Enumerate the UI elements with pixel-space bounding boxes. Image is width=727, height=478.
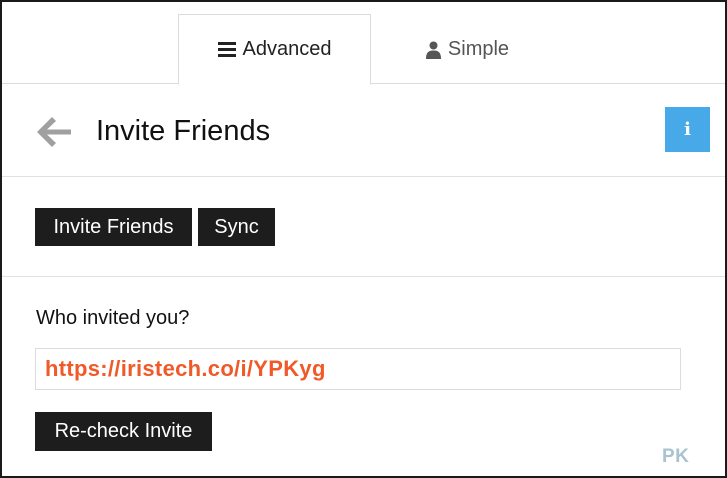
sync-button[interactable]: Sync: [198, 208, 275, 246]
arrow-left-icon: [34, 117, 74, 157]
watermark: PK: [662, 446, 690, 467]
info-icon: i: [684, 119, 691, 140]
app-window: Advanced Simple Invite Friends i Invite …: [0, 0, 727, 478]
invite-url-field[interactable]: https://iristech.co/i/YPKyg: [35, 348, 681, 390]
tab-simple[interactable]: Simple: [371, 14, 564, 85]
back-button[interactable]: [34, 113, 74, 153]
invited-by-label: Who invited you?: [36, 307, 190, 329]
list-icon: [217, 42, 236, 57]
tab-advanced-label: Advanced: [242, 38, 332, 60]
tab-advanced[interactable]: Advanced: [178, 14, 371, 85]
page-header: Invite Friends i: [2, 85, 725, 177]
page-title: Invite Friends: [96, 115, 271, 147]
action-bar: Invite Friends Sync: [2, 178, 725, 277]
tab-bar: Advanced Simple: [2, 2, 725, 85]
tab-simple-label: Simple: [447, 38, 510, 60]
user-icon: [425, 41, 441, 59]
recheck-invite-button[interactable]: Re-check Invite: [35, 412, 212, 451]
invite-friends-button[interactable]: Invite Friends: [35, 208, 192, 246]
info-button[interactable]: i: [665, 107, 710, 152]
invite-url-text: https://iristech.co/i/YPKyg: [45, 356, 326, 381]
